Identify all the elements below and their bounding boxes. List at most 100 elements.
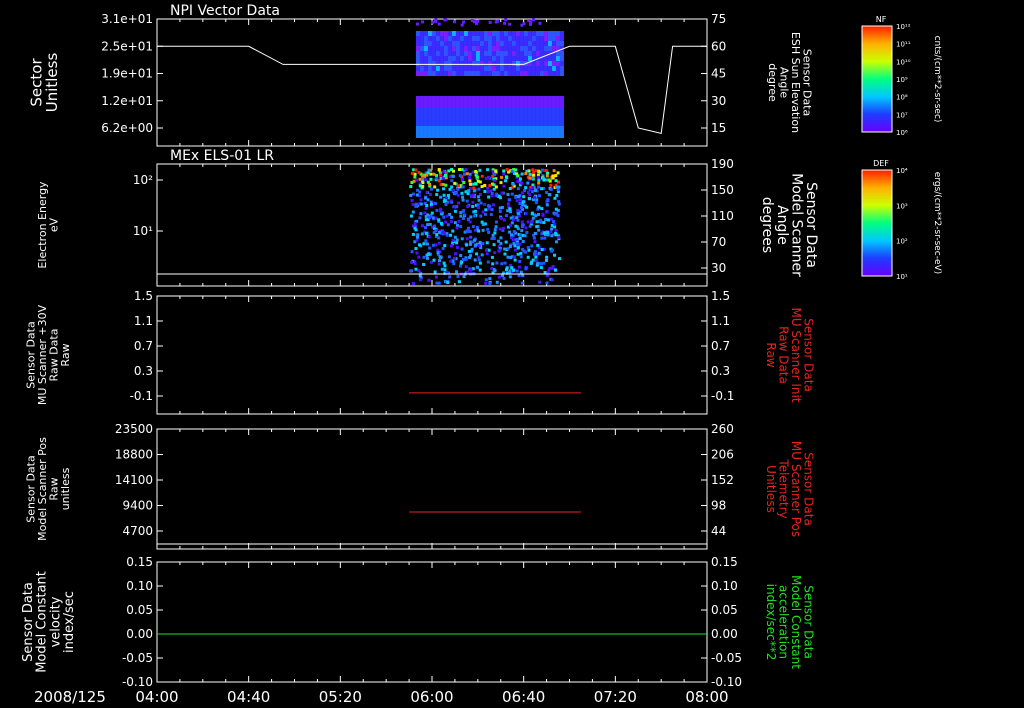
heatmap-cell [450,215,454,219]
y2-axis-label-line: Raw [764,342,778,367]
heatmap-cell [495,280,499,284]
heatmap-cell [428,215,432,219]
heatmap-cell [491,36,496,41]
heatmap-cell [459,31,464,36]
heatmap-cell [537,185,541,189]
heatmap-cell [511,238,515,242]
heatmap-cell [524,172,528,176]
heatmap-cell [519,41,524,46]
heatmap-cell [459,41,464,46]
heatmap-cell [500,191,504,195]
heatmap-cell [440,267,444,271]
heatmap-cell [533,231,537,235]
heatmap-cell [423,132,428,138]
heatmap-cell [507,56,512,61]
heatmap-cell [435,281,439,285]
heatmap-cell [543,102,548,108]
heatmap-cell [519,132,524,138]
panel-frame [156,428,708,550]
heatmap-cell [523,132,528,138]
heatmap-cell [535,36,540,41]
heatmap-cell [488,20,492,24]
heatmap-cell [519,251,523,255]
heatmap-cell [423,120,428,126]
heatmap-cell [443,132,448,138]
heatmap-cell [515,41,520,46]
heatmap-cell [554,207,558,211]
heatmap-cell [498,227,502,231]
heatmap-cell [415,178,419,182]
heatmap-cell [535,225,539,229]
heatmap-cell [424,239,428,243]
heatmap-cell [459,96,464,102]
heatmap-cell [499,120,504,126]
heatmap-cell [532,252,536,256]
heatmap-cell [507,36,512,41]
heatmap-cell [523,96,528,102]
heatmap-cell [411,202,415,206]
heatmap-cell [503,61,508,66]
x-tick-label: 04:40 [227,688,270,706]
heatmap-cell [419,120,424,126]
heatmap-cell [424,196,428,200]
heatmap-cell [497,194,501,198]
heatmap-cell [475,126,480,132]
y2-tick-label: 110 [711,209,734,223]
heatmap-cell [539,102,544,108]
heatmap-cell [494,169,498,173]
heatmap-cell [547,114,552,120]
heatmap-cell [515,61,520,66]
heatmap-cell [547,71,552,76]
heatmap-cell [471,36,476,41]
heatmap-cell [515,51,520,56]
heatmap-cell [532,195,536,199]
heatmap-cell [419,66,424,71]
heatmap-cell [507,126,512,132]
heatmap-cell [535,41,540,46]
heatmap-cell [483,108,488,114]
heatmap-cell [451,174,455,178]
heatmap-cell [437,168,441,172]
heatmap-cell [431,132,436,138]
heatmap-cell [480,174,484,178]
heatmap-cell [498,209,502,213]
heatmap-cell [508,245,512,249]
heatmap-cell [418,216,422,220]
heatmap-cell [411,281,415,285]
heatmap-cell [553,222,557,226]
heatmap-cell [519,96,524,102]
heatmap-cell [437,236,441,240]
heatmap-cell [559,126,564,132]
heatmap-cell [559,36,564,41]
y-tick-label: 1.2e+01 [101,94,153,108]
heatmap-cell [439,71,444,76]
heatmap-cell [455,41,460,46]
heatmap-cell [448,275,452,279]
heatmap-cell [495,31,500,36]
heatmap-cell [443,120,448,126]
heatmap-cell [435,120,440,126]
heatmap-cell [502,218,506,222]
y2-axis-label: Sensor DataModel ScannerAngledegrees [759,173,819,277]
heatmap-cell [462,20,466,24]
heatmap-cell [487,207,491,211]
y-tick-label: 10² [133,173,153,187]
heatmap-cell [477,255,481,259]
heatmap-cell [550,234,554,238]
heatmap-cell [462,209,466,213]
heatmap-cell [499,51,504,56]
heatmap-cell [446,280,450,284]
heatmap-cell [415,36,420,41]
heatmap-cell [499,61,504,66]
heatmap-cell [437,241,441,245]
heatmap-cell [439,114,444,120]
y-axis-label-line: Unitless [43,53,61,113]
heatmap-cell [473,195,477,199]
heatmap-cell [444,18,448,22]
heatmap-cell [419,202,423,206]
heatmap-cell [463,51,468,56]
heatmap-cell [423,36,428,41]
heatmap-cell [474,169,478,173]
heatmap-cell [485,252,489,256]
heatmap-cell [547,66,552,71]
